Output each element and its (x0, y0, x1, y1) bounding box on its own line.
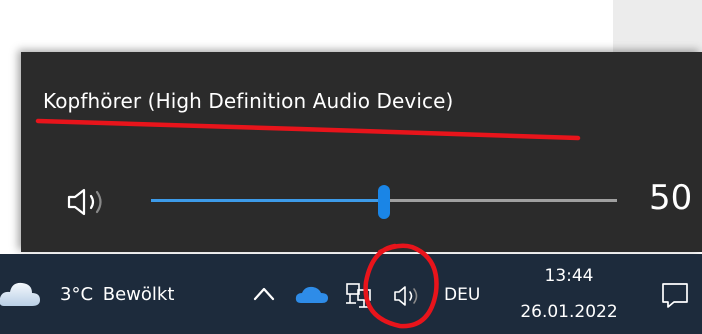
volume-value: 50 (649, 178, 693, 218)
volume-slider-fill (151, 199, 384, 202)
network-icon[interactable] (344, 281, 374, 309)
clock-date: 26.01.2022 (520, 302, 618, 322)
speaker-icon[interactable] (63, 186, 115, 218)
taskbar-clock[interactable]: 13:44 26.01.2022 (508, 262, 630, 326)
volume-flyout: Kopfhörer (High Definition Audio Device)… (21, 52, 702, 252)
volume-slider-thumb[interactable] (378, 185, 390, 219)
volume-slider[interactable] (151, 185, 617, 219)
taskbar: 3°C Bewölkt DEU 13:44 26.01.2022 (0, 254, 702, 334)
weather-text[interactable]: 3°C Bewölkt (60, 284, 174, 305)
notification-icon[interactable] (660, 280, 690, 310)
clock-time: 13:44 (544, 266, 594, 286)
input-language-indicator[interactable]: DEU (444, 285, 480, 305)
chevron-up-icon[interactable] (252, 284, 276, 304)
speaker-icon[interactable] (392, 284, 424, 308)
audio-device-name[interactable]: Kopfhörer (High Definition Audio Device) (43, 89, 453, 113)
onedrive-cloud-icon[interactable] (295, 285, 329, 305)
cloud-icon[interactable] (0, 276, 42, 312)
